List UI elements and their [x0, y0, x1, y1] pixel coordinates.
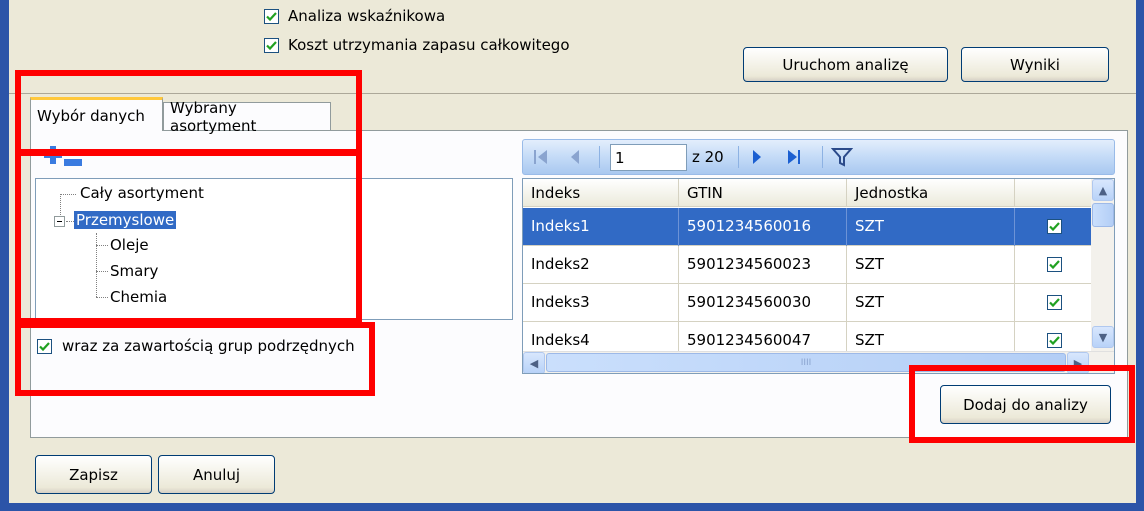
window-border-left — [0, 0, 9, 511]
horizontal-scrollbar[interactable]: ◀ IIII ▶ — [523, 351, 1114, 373]
cell-unit: SZT — [847, 284, 1015, 322]
scroll-down-icon[interactable]: ▼ — [1092, 326, 1114, 348]
first-page-icon[interactable] — [533, 148, 549, 166]
last-page-icon[interactable] — [786, 148, 802, 166]
next-page-icon[interactable] — [750, 148, 764, 166]
row-checkbox[interactable] — [1047, 219, 1062, 234]
column-header-check[interactable] — [1015, 179, 1091, 207]
cell-unit: SZT — [847, 246, 1015, 284]
scroll-left-icon[interactable]: ◀ — [523, 352, 545, 373]
cell-gtin: 5901234560023 — [679, 246, 847, 284]
tree-item-industrial[interactable]: Przemyslowe — [74, 211, 177, 229]
checkmark-icon — [39, 342, 50, 352]
page-total-label: z 20 — [692, 148, 724, 166]
include-subgroups-label: wraz za zawartością grup podrzędnych — [62, 337, 355, 355]
plus-icon[interactable] — [44, 146, 62, 164]
scroll-right-icon[interactable]: ▶ — [1067, 352, 1089, 373]
column-header-gtin[interactable]: GTIN — [679, 179, 847, 207]
total-cost-label: Koszt utrzymania zapasu całkowitego — [288, 36, 570, 54]
ratio-analysis-label: Analiza wskaźnikowa — [288, 7, 446, 25]
tree-collapse-icon[interactable] — [54, 216, 65, 227]
tree-line — [96, 233, 97, 297]
toolbar-separator — [599, 146, 600, 168]
toolbar-separator — [738, 146, 739, 168]
cell-index: Indeks2 — [523, 246, 679, 284]
cell-index: Indeks3 — [523, 284, 679, 322]
tree-line — [96, 245, 108, 246]
include-subgroups-checkbox[interactable] — [37, 339, 52, 354]
vertical-scrollbar[interactable]: ▲ ▼ — [1091, 179, 1114, 351]
filter-icon[interactable] — [830, 147, 854, 167]
tree-item-oils[interactable]: Oleje — [110, 236, 149, 254]
checkmark-icon — [266, 41, 277, 51]
row-checkbox[interactable] — [1047, 333, 1062, 348]
tab-data-selection[interactable]: Wybór danych — [30, 97, 163, 131]
tree-item-chemicals[interactable]: Chemia — [110, 288, 167, 306]
tree-line — [96, 297, 108, 298]
column-header-index[interactable]: Indeks — [523, 179, 679, 207]
table-row[interactable]: Indeks2 5901234560023 SZT — [523, 246, 1091, 284]
section-divider — [9, 93, 1136, 94]
column-header-unit[interactable]: Jednostka — [847, 179, 1015, 207]
checkmark-icon — [1049, 298, 1060, 308]
tree-line — [60, 194, 76, 195]
application-window: Analiza wskaźnikowa Koszt utrzymania zap… — [0, 0, 1144, 511]
window-border-right — [1136, 0, 1144, 511]
cell-gtin: 5901234560030 — [679, 284, 847, 322]
scroll-up-icon[interactable]: ▲ — [1092, 179, 1114, 201]
cell-index: Indeks1 — [523, 208, 679, 246]
tab-selected-assortment[interactable]: Wybrany asortyment — [163, 99, 331, 135]
save-button[interactable]: Zapisz — [35, 455, 152, 494]
minus-icon[interactable] — [64, 152, 82, 166]
page-number-input[interactable]: 1 — [610, 144, 687, 171]
total-cost-checkbox[interactable] — [264, 38, 279, 53]
checkmark-icon — [1049, 260, 1060, 270]
tree-line — [66, 221, 74, 222]
toolbar-separator — [822, 146, 823, 168]
row-checkbox[interactable] — [1047, 257, 1062, 272]
cell-gtin: 5901234560016 — [679, 208, 847, 246]
category-tree[interactable]: Cały asortyment Przemyslowe Oleje Smary … — [35, 178, 513, 320]
horizontal-scroll-thumb[interactable]: IIII — [546, 353, 1066, 372]
window-border-bottom — [0, 503, 1144, 511]
checkmark-icon — [1049, 336, 1060, 346]
results-button[interactable]: Wyniki — [961, 47, 1109, 82]
prev-page-icon[interactable] — [568, 148, 582, 166]
vertical-scroll-thumb[interactable] — [1092, 203, 1114, 227]
table-row[interactable]: Indeks3 5901234560030 SZT — [523, 284, 1091, 322]
cancel-button[interactable]: Anuluj — [158, 455, 275, 494]
checkmark-icon — [1049, 222, 1060, 232]
checkmark-icon — [266, 12, 277, 22]
add-to-analysis-button[interactable]: Dodaj do analizy — [940, 385, 1111, 424]
tree-item-all-assortment[interactable]: Cały asortyment — [80, 184, 204, 202]
assortment-grid[interactable]: Indeks GTIN Jednostka Indeks1 5901234560… — [522, 178, 1115, 374]
run-analysis-button[interactable]: Uruchom analizę — [743, 47, 948, 82]
ratio-analysis-checkbox[interactable] — [264, 9, 279, 24]
table-row[interactable]: Indeks1 5901234560016 SZT — [523, 208, 1091, 246]
cell-unit: SZT — [847, 208, 1015, 246]
row-checkbox[interactable] — [1047, 295, 1062, 310]
tree-line — [96, 271, 108, 272]
tree-item-greases[interactable]: Smary — [110, 262, 158, 280]
